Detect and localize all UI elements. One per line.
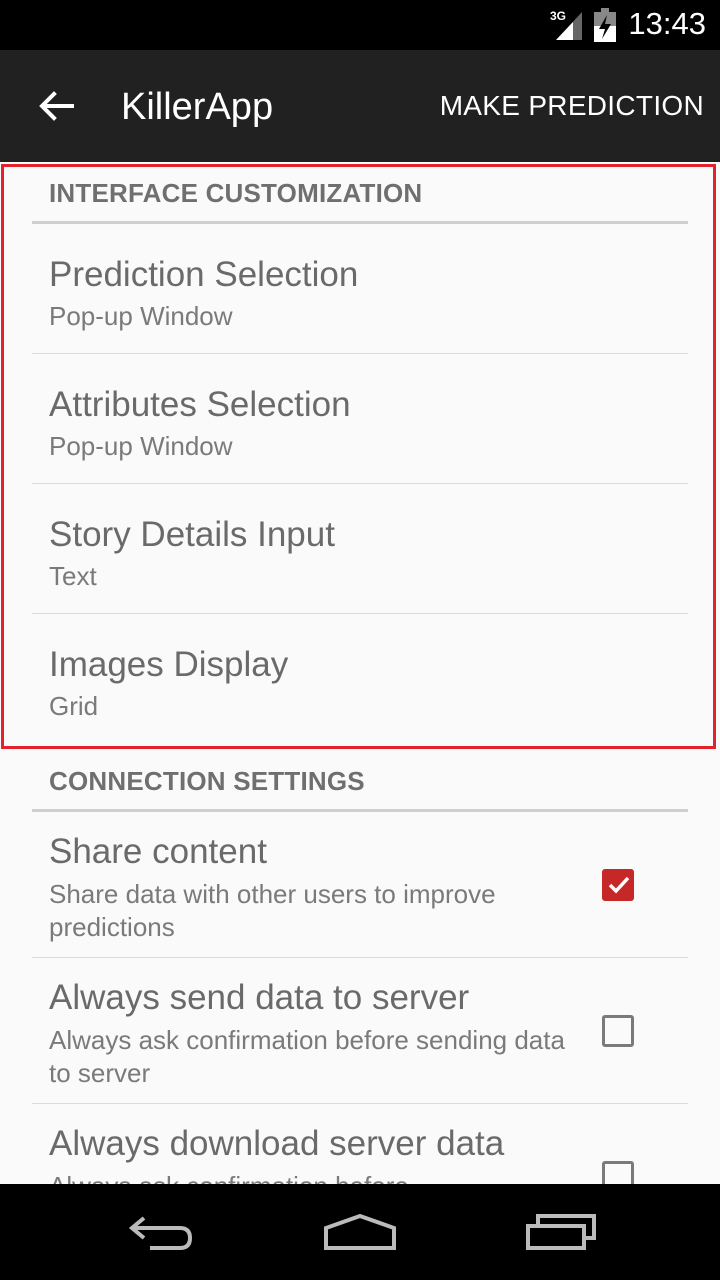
- action-bar: KillerApp MAKE PREDICTION: [0, 50, 720, 162]
- pref-attributes-selection[interactable]: Attributes Selection Pop-up Window: [32, 354, 688, 484]
- pref-title: Attributes Selection: [49, 385, 351, 424]
- pref-images-display[interactable]: Images Display Grid: [32, 614, 688, 750]
- nav-back-button[interactable]: [110, 1202, 210, 1262]
- clock: 13:43: [628, 6, 706, 41]
- pref-always-download[interactable]: Always download server data Always ask c…: [32, 1104, 688, 1184]
- always-download-checkbox[interactable]: [602, 1161, 634, 1184]
- pref-title: Share content: [49, 832, 267, 871]
- pref-summary: Text: [49, 561, 97, 591]
- pref-title: Images Display: [49, 645, 289, 684]
- share-content-checkbox[interactable]: [602, 869, 634, 901]
- battery-icon: [594, 8, 616, 42]
- navigation-bar: [0, 1184, 720, 1280]
- pref-prediction-selection[interactable]: Prediction Selection Pop-up Window: [32, 224, 688, 354]
- nav-home-button[interactable]: [310, 1202, 410, 1262]
- pref-summary: Always ask confirmation before: [49, 1170, 579, 1184]
- pref-share-content[interactable]: Share content Share data with other user…: [32, 812, 688, 958]
- app-title: KillerApp: [121, 86, 274, 128]
- make-prediction-button[interactable]: MAKE PREDICTION: [440, 90, 704, 122]
- pref-title: Prediction Selection: [49, 255, 359, 294]
- pref-title: Story Details Input: [49, 515, 335, 554]
- pref-summary: Grid: [49, 691, 99, 721]
- pref-summary: Pop-up Window: [49, 301, 233, 331]
- recents-icon: [526, 1214, 596, 1250]
- preferences-list[interactable]: INTERFACE CUSTOMIZATION Prediction Selec…: [0, 162, 720, 1184]
- pref-summary: Always ask confirmation before sending d…: [49, 1025, 565, 1088]
- back-icon: [128, 1216, 193, 1250]
- status-bar: 3G 13:43: [0, 0, 720, 50]
- home-icon: [324, 1213, 396, 1250]
- pref-story-details-input[interactable]: Story Details Input Text: [32, 484, 688, 614]
- always-send-checkbox[interactable]: [602, 1015, 634, 1047]
- section-header-interface: INTERFACE CUSTOMIZATION: [32, 162, 688, 224]
- section-header-connection: CONNECTION SETTINGS: [32, 750, 688, 812]
- arrow-back-icon: [39, 91, 74, 121]
- pref-title: Always download server data: [49, 1124, 505, 1163]
- pref-summary: Pop-up Window: [49, 431, 233, 461]
- pref-summary: Share data with other users to improve p…: [49, 879, 496, 942]
- back-button[interactable]: [26, 80, 86, 132]
- nav-recents-button[interactable]: [512, 1202, 612, 1262]
- signal-icon: [556, 12, 582, 40]
- checkmark-icon: [608, 876, 630, 894]
- section-header-label: CONNECTION SETTINGS: [49, 766, 365, 796]
- section-header-label: INTERFACE CUSTOMIZATION: [49, 178, 423, 208]
- pref-title: Always send data to server: [49, 978, 470, 1017]
- pref-always-send-data[interactable]: Always send data to server Always ask co…: [32, 958, 688, 1104]
